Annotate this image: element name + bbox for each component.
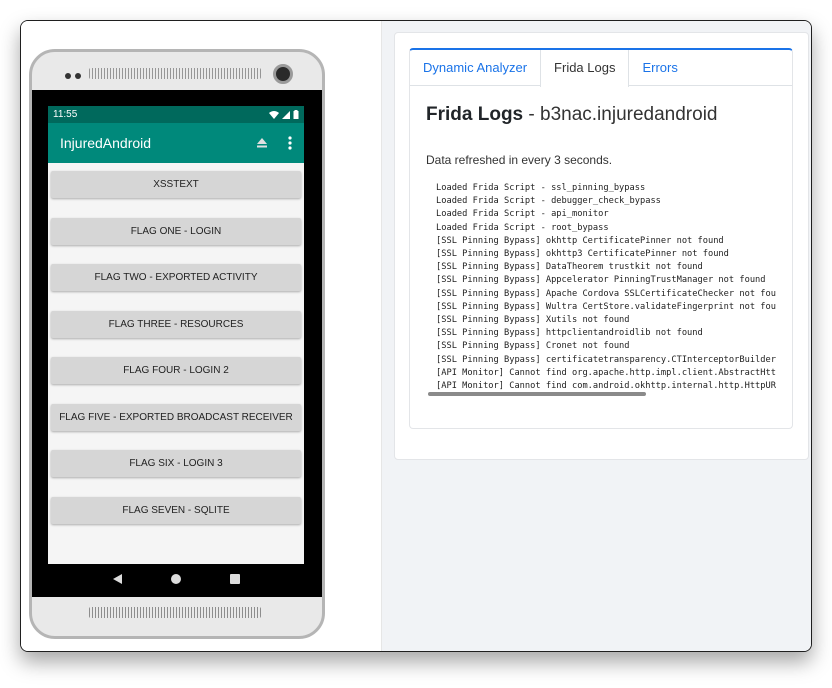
flag-button-list: XSSTEXT FLAG ONE - LOGIN FLAG TWO - EXPO… — [48, 163, 304, 524]
status-icons — [269, 110, 299, 119]
xsstext-button[interactable]: XSSTEXT — [51, 171, 301, 198]
recent-apps-icon[interactable] — [229, 574, 240, 584]
phone-top-bezel — [32, 52, 322, 90]
log-output[interactable]: Loaded Frida Script - ssl_pinning_bypass… — [426, 182, 776, 402]
log-line: [SSL Pinning Bypass] Cronet not found — [436, 341, 630, 352]
flag-six-button[interactable]: FLAG SIX - LOGIN 3 — [51, 450, 301, 477]
flag-one-button[interactable]: FLAG ONE - LOGIN — [51, 217, 301, 245]
earpiece-speaker — [89, 68, 261, 79]
log-line: [SSL Pinning Bypass] DataTheorem trustki… — [436, 262, 703, 273]
log-line: [SSL Pinning Bypass] certificatetranspar… — [436, 354, 776, 365]
wifi-icon — [269, 110, 279, 119]
back-icon[interactable] — [112, 574, 122, 584]
log-line: [SSL Pinning Bypass] Apache Cordova SSLC… — [436, 288, 776, 299]
sensor-dot — [75, 73, 81, 79]
log-lines: Loaded Frida Script - ssl_pinning_bypass… — [426, 182, 776, 393]
horizontal-scrollbar[interactable] — [428, 392, 646, 396]
screen-bezel: 11:55 InjuredAndroid XSSTEXT FLAG ONE - … — [32, 90, 322, 597]
tab-bar: Dynamic Analyzer Frida Logs Errors — [410, 50, 792, 87]
battery-icon — [293, 110, 299, 119]
analyzer-panel: Dynamic Analyzer Frida Logs Errors Frida… — [394, 32, 809, 460]
bottom-speaker — [89, 607, 261, 618]
status-bar: 11:55 — [48, 106, 304, 123]
log-line: Loaded Frida Script - debugger_check_byp… — [436, 196, 661, 207]
log-line: [SSL Pinning Bypass] okhttp CertificateP… — [436, 235, 724, 246]
phone-screen[interactable]: 11:55 InjuredAndroid XSSTEXT FLAG ONE - … — [48, 106, 304, 564]
home-icon[interactable] — [170, 574, 181, 584]
flag-two-button[interactable]: FLAG TWO - EXPORTED ACTIVITY — [51, 264, 301, 291]
flag-four-button[interactable]: FLAG FOUR - LOGIN 2 — [51, 357, 301, 384]
app-window: 11:55 InjuredAndroid XSSTEXT FLAG ONE - … — [20, 20, 812, 652]
analyzer-pane: Dynamic Analyzer Frida Logs Errors Frida… — [382, 21, 811, 651]
flag-five-button[interactable]: FLAG FIVE - EXPORTED BROADCAST RECEIVER — [51, 403, 301, 431]
log-line: [SSL Pinning Bypass] Xutils not found — [436, 315, 630, 326]
log-line: [SSL Pinning Bypass] httpclientandroidli… — [436, 328, 703, 339]
app-bar: InjuredAndroid — [48, 123, 304, 163]
tab-dynamic-analyzer[interactable]: Dynamic Analyzer — [410, 50, 540, 85]
page-title: Frida Logs - b3nac.injuredandroid — [426, 104, 776, 126]
log-line: [SSL Pinning Bypass] okhttp3 Certificate… — [436, 249, 729, 260]
log-line: Loaded Frida Script - api_monitor — [436, 209, 609, 220]
emulator-pane: 11:55 InjuredAndroid XSSTEXT FLAG ONE - … — [21, 21, 382, 651]
tab-errors[interactable]: Errors — [629, 50, 690, 85]
app-actions — [256, 136, 292, 150]
signal-icon — [282, 110, 290, 119]
logs-title-bold: Frida Logs — [426, 104, 524, 125]
log-line: Loaded Frida Script - ssl_pinning_bypass — [436, 183, 646, 193]
android-nav-bar — [48, 564, 304, 594]
tab-frida-logs[interactable]: Frida Logs — [540, 50, 630, 87]
eject-icon[interactable] — [256, 138, 268, 148]
log-line: Loaded Frida Script - root_bypass — [436, 222, 609, 233]
log-line: [SSL Pinning Bypass] Appcelerator Pinnin… — [436, 275, 766, 286]
package-name: - b3nac.injuredandroid — [523, 104, 718, 125]
overflow-menu-icon[interactable] — [288, 136, 292, 150]
flag-three-button[interactable]: FLAG THREE - RESOURCES — [51, 310, 301, 338]
log-line: [API Monitor] Cannot find org.apache.htt… — [436, 367, 776, 378]
log-line: [SSL Pinning Bypass] Wultra CertStore.va… — [436, 301, 776, 312]
app-title: InjuredAndroid — [60, 135, 152, 151]
phone-frame: 11:55 InjuredAndroid XSSTEXT FLAG ONE - … — [29, 49, 325, 639]
status-time: 11:55 — [53, 109, 78, 120]
sensor-dot — [65, 73, 71, 79]
analyzer-card: Dynamic Analyzer Frida Logs Errors Frida… — [409, 48, 793, 429]
flag-seven-button[interactable]: FLAG SEVEN - SQLITE — [51, 496, 301, 524]
front-camera — [273, 64, 293, 84]
refresh-note: Data refreshed in every 3 seconds. — [426, 153, 613, 167]
frida-logs-body: Frida Logs - b3nac.injuredandroid Data r… — [410, 86, 792, 418]
